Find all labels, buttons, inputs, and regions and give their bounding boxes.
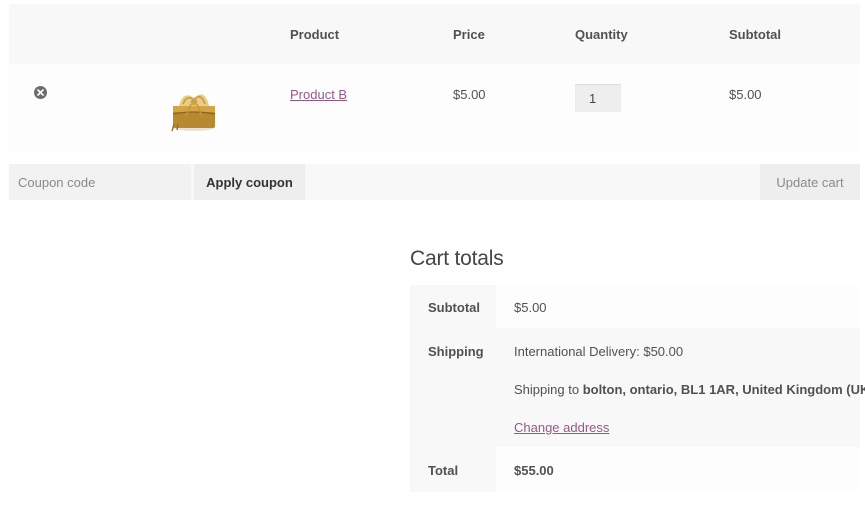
coupon-code-input[interactable] <box>9 164 191 200</box>
shipping-destination: bolton, ontario, BL1 1AR, United Kingdom… <box>582 382 865 397</box>
total-value: $55.00 <box>514 463 554 478</box>
shipping-to-prefix: Shipping to <box>514 382 580 397</box>
shipping-method: International Delivery: $50.00 <box>514 344 684 359</box>
cart-actions: Apply coupon Update cart <box>9 164 860 200</box>
column-header-price: Price <box>453 27 485 42</box>
total-label: Total <box>428 463 459 478</box>
shipping-destination-text: Shipping to bolton, ontario, BL1 1AR, Un… <box>514 382 865 397</box>
remove-item-icon[interactable] <box>34 86 47 99</box>
quantity-input[interactable] <box>575 84 621 112</box>
cart-table: Product Price Quantity Subtotal Product … <box>9 4 860 152</box>
column-header-product: Product <box>290 27 340 42</box>
change-address-wrapper: Change address <box>514 420 609 435</box>
subtotal-value: $5.00 <box>514 300 547 315</box>
shipping-label: Shipping <box>428 344 484 359</box>
totals-label-column: Subtotal Shipping Total <box>410 285 496 492</box>
update-cart-button[interactable]: Update cart <box>760 164 860 200</box>
product-thumbnail[interactable] <box>169 84 219 134</box>
column-header-quantity: Quantity <box>575 27 628 42</box>
apply-coupon-button[interactable]: Apply coupon <box>194 164 305 200</box>
column-header-subtotal: Subtotal <box>729 27 781 42</box>
subtotal-label: Subtotal <box>428 300 480 315</box>
table-row: Product B $5.00 $5.00 <box>9 64 860 152</box>
cart-totals-table: Subtotal Shipping Total $5.00 Internatio… <box>410 285 865 492</box>
item-subtotal: $5.00 <box>729 87 762 102</box>
item-price: $5.00 <box>453 87 486 102</box>
cart-totals-title: Cart totals <box>410 247 504 270</box>
change-address-link[interactable]: Change address <box>514 420 609 435</box>
product-link[interactable]: Product B <box>290 87 347 102</box>
subtotal-row <box>496 285 860 328</box>
cart-table-header: Product Price Quantity Subtotal <box>9 4 860 64</box>
